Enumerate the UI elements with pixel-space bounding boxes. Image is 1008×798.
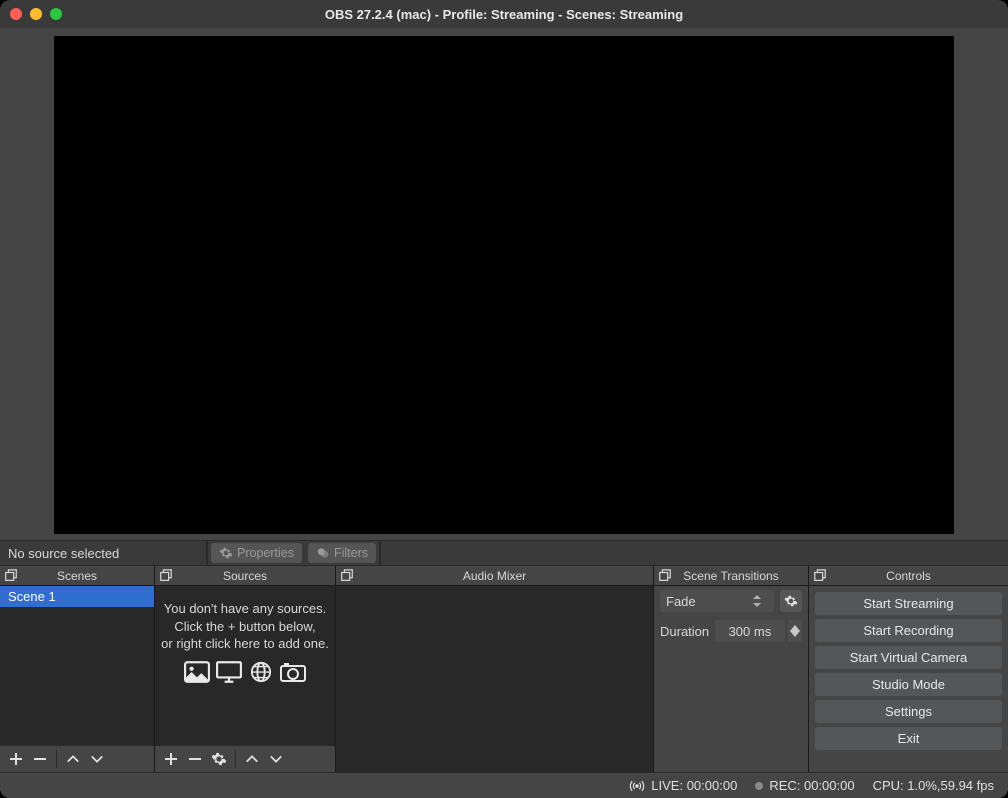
minimize-window-button[interactable] [30,8,42,20]
camera-icon [280,661,306,683]
transition-select[interactable]: Fade [660,590,774,612]
controls-header: Controls [809,566,1008,586]
duration-label: Duration [660,624,709,639]
separator [206,541,208,565]
audio-mixer-header: Audio Mixer [336,566,653,586]
maximize-window-button[interactable] [50,8,62,20]
duration-input[interactable]: 300 ms [715,620,784,642]
record-indicator-icon [755,782,763,790]
add-scene-button[interactable] [4,747,28,771]
settings-button[interactable]: Settings [815,700,1002,723]
move-scene-up-button[interactable] [61,747,85,771]
chevron-down-icon [790,631,800,637]
source-type-icons [161,661,329,683]
controls-dock: Controls Start Streaming Start Recording… [809,566,1008,772]
window-title: OBS 27.2.4 (mac) - Profile: Streaming - … [0,7,1008,22]
live-status: LIVE: 00:00:00 [629,778,737,793]
exit-button[interactable]: Exit [815,727,1002,750]
audio-mixer-dock: Audio Mixer [336,566,654,772]
controls-body: Start Streaming Start Recording Start Vi… [809,586,1008,772]
sources-empty-message: You don't have any sources. Click the + … [155,586,335,691]
filters-icon [316,546,330,560]
cpu-label: CPU: 1.0%,59.94 fps [873,778,994,793]
transition-selected-label: Fade [666,594,696,609]
move-source-down-button[interactable] [264,747,288,771]
move-scene-down-button[interactable] [85,747,109,771]
scenes-header: Scenes [0,566,154,586]
scenes-list[interactable]: Scene 1 [0,586,154,745]
globe-icon [248,661,274,683]
scenes-title: Scenes [0,569,154,583]
sources-title: Sources [155,569,335,583]
sources-list[interactable]: You don't have any sources. Click the + … [155,586,335,745]
live-label: LIVE: 00:00:00 [651,778,737,793]
sources-dock: Sources You don't have any sources. Clic… [155,566,336,772]
titlebar: OBS 27.2.4 (mac) - Profile: Streaming - … [0,0,1008,28]
transition-select-row: Fade [654,586,808,616]
transition-settings-button[interactable] [780,590,802,612]
preview-area [0,28,1008,540]
image-icon [184,661,210,683]
obs-main-window: OBS 27.2.4 (mac) - Profile: Streaming - … [0,0,1008,798]
popout-icon[interactable] [4,569,18,583]
separator [235,750,236,768]
duration-spinner[interactable] [788,620,802,642]
popout-icon[interactable] [813,569,827,583]
remove-scene-button[interactable] [28,747,52,771]
popout-icon[interactable] [658,569,672,583]
gear-icon [219,546,233,560]
status-bar: LIVE: 00:00:00 REC: 00:00:00 CPU: 1.0%,5… [0,772,1008,798]
remove-source-button[interactable] [183,747,207,771]
properties-label: Properties [237,546,294,560]
scene-transitions-body: Fade Duration 300 ms [654,586,808,772]
start-streaming-button[interactable]: Start Streaming [815,592,1002,615]
move-source-up-button[interactable] [240,747,264,771]
transition-duration-row: Duration 300 ms [654,616,808,646]
filters-label: Filters [334,546,368,560]
empty-line: You don't have any sources. [161,600,329,618]
popout-icon[interactable] [340,569,354,583]
start-virtual-camera-button[interactable]: Start Virtual Camera [815,646,1002,669]
audio-mixer-title: Audio Mixer [336,569,653,583]
sources-header: Sources [155,566,335,586]
source-settings-button[interactable] [207,747,231,771]
separator [56,750,57,768]
audio-mixer-body[interactable] [336,586,653,772]
controls-title: Controls [809,569,1008,583]
scene-transitions-dock: Scene Transitions Fade [654,566,809,772]
monitor-icon [216,661,242,683]
start-recording-button[interactable]: Start Recording [815,619,1002,642]
docks-row: Scenes Scene 1 [0,566,1008,772]
scene-item-selected[interactable]: Scene 1 [0,586,154,607]
popout-icon[interactable] [159,569,173,583]
filters-button[interactable]: Filters [308,543,376,563]
scenes-dock: Scenes Scene 1 [0,566,155,772]
add-source-button[interactable] [159,747,183,771]
separator [379,541,381,565]
empty-line: Click the + button below, [161,618,329,636]
rec-status: REC: 00:00:00 [755,778,854,793]
window-controls [10,8,62,20]
rec-label: REC: 00:00:00 [769,778,854,793]
sources-footer [155,745,335,772]
scene-transitions-title: Scene Transitions [654,569,808,583]
broadcast-icon [629,779,645,793]
scenes-footer [0,745,154,772]
empty-line: or right click here to add one. [161,635,329,653]
gear-icon [784,594,798,608]
select-chevron-icon [752,595,768,607]
close-window-button[interactable] [10,8,22,20]
properties-button[interactable]: Properties [211,543,302,563]
preview-canvas[interactable] [54,36,954,534]
no-source-label: No source selected [0,546,206,561]
window-body: No source selected Properties Filters Sc… [0,28,1008,798]
scene-transitions-header: Scene Transitions [654,566,808,586]
studio-mode-button[interactable]: Studio Mode [815,673,1002,696]
source-toolbar: No source selected Properties Filters [0,540,1008,566]
cpu-status: CPU: 1.0%,59.94 fps [873,778,994,793]
